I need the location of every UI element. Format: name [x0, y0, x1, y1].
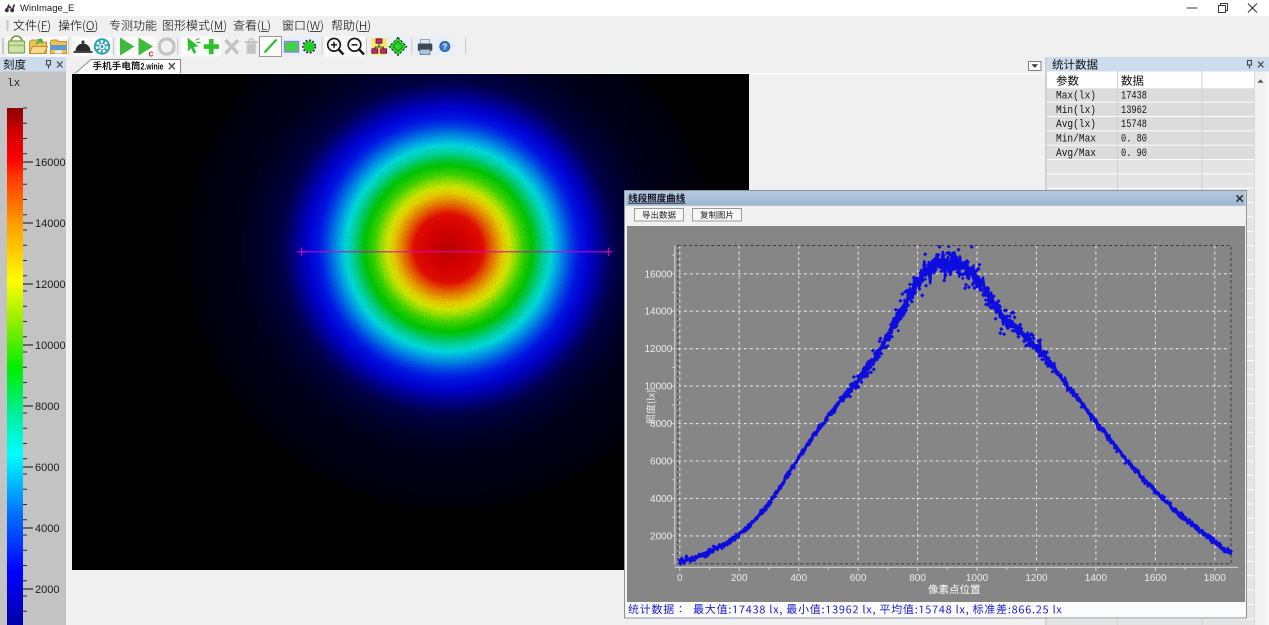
- svg-text:6000: 6000: [650, 457, 673, 468]
- svg-text:14000: 14000: [644, 307, 672, 318]
- svg-text:12000: 12000: [644, 344, 672, 355]
- svg-text:16000: 16000: [644, 269, 672, 280]
- svg-text:600: 600: [850, 573, 867, 584]
- svg-text:0: 0: [677, 573, 683, 584]
- svg-text:2000: 2000: [650, 531, 673, 542]
- svg-text:4000: 4000: [650, 494, 673, 505]
- svg-text:400: 400: [790, 573, 807, 584]
- svg-text:800: 800: [909, 573, 926, 584]
- svg-text:200: 200: [731, 573, 748, 584]
- svg-text:1600: 1600: [1144, 573, 1167, 584]
- svg-text:1000: 1000: [966, 573, 989, 584]
- svg-text:1800: 1800: [1204, 573, 1227, 584]
- svg-text:8000: 8000: [650, 419, 673, 430]
- svg-text:1400: 1400: [1085, 573, 1108, 584]
- svg-text:1200: 1200: [1025, 573, 1048, 584]
